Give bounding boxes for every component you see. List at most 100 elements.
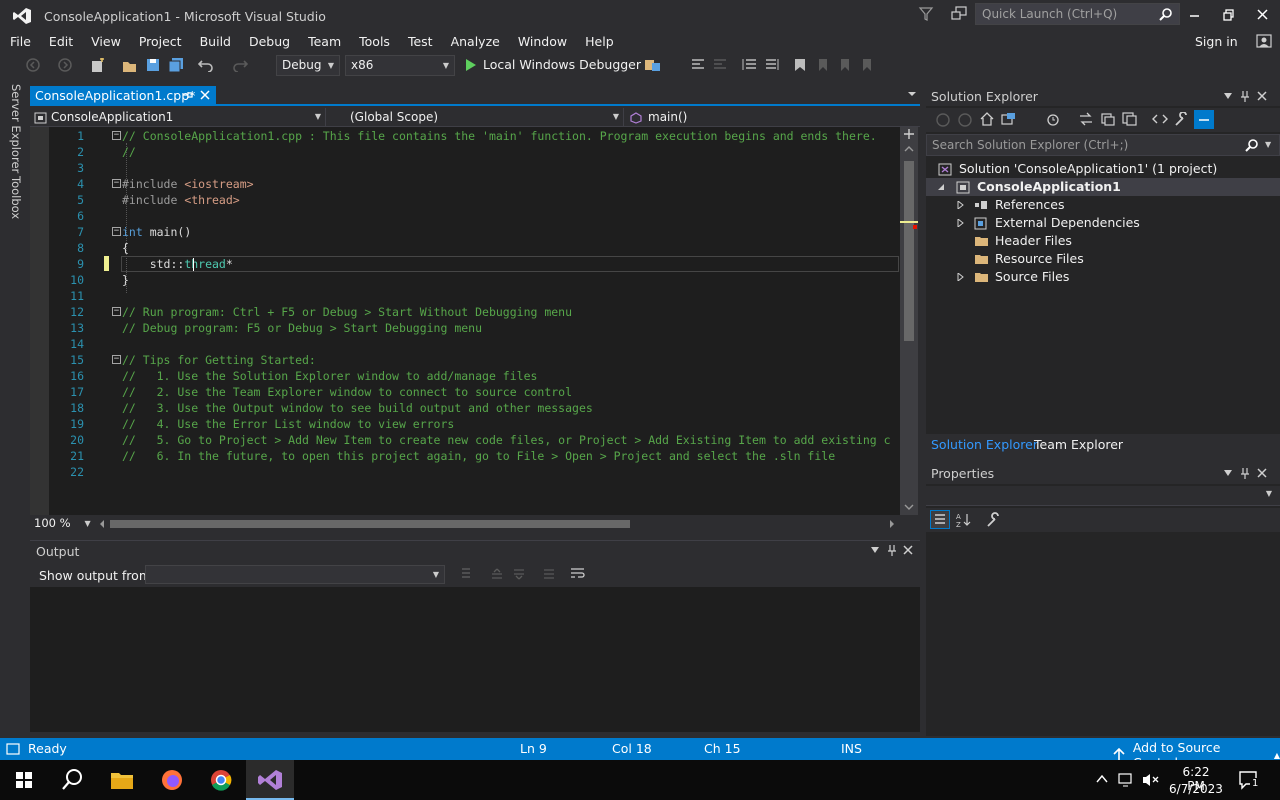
clear-bookmarks-icon[interactable] — [860, 58, 874, 72]
collapse-region-icon[interactable]: − — [112, 227, 121, 236]
account-icon[interactable] — [1255, 33, 1273, 49]
expanded-arrow-icon[interactable] — [937, 183, 945, 191]
word-wrap-icon[interactable] — [570, 567, 586, 581]
server-explorer-tab[interactable]: Server Explorer — [9, 84, 23, 173]
solution-explorer-search-input[interactable]: Search Solution Explorer (Ctrl+;) ▼ — [926, 134, 1280, 156]
home-icon[interactable] — [979, 112, 995, 126]
collapse-region-icon[interactable]: − — [112, 131, 121, 140]
scroll-up-icon[interactable] — [904, 145, 914, 153]
collapse-region-icon[interactable]: − — [112, 179, 121, 188]
tree-item-header-files[interactable]: Header Files — [926, 232, 1280, 250]
scrollbar-thumb[interactable] — [904, 161, 914, 341]
code-editor[interactable]: 1−// ConsoleApplication1.cpp : This file… — [30, 127, 918, 515]
scroll-down-icon[interactable] — [904, 503, 914, 511]
collapse-region-icon[interactable]: − — [112, 307, 121, 316]
navigate-back-icon[interactable] — [26, 58, 40, 72]
close-tab-icon[interactable] — [200, 90, 210, 100]
tree-item-source-files[interactable]: Source Files — [926, 268, 1280, 286]
menu-build[interactable]: Build — [190, 34, 239, 49]
visual-studio-taskbar-icon[interactable] — [246, 760, 294, 800]
project-dropdown[interactable]: ConsoleApplication1 ▼ — [34, 108, 326, 126]
save-all-icon[interactable] — [168, 58, 184, 72]
redo-icon[interactable] — [232, 58, 248, 72]
close-solution-explorer-icon[interactable] — [1257, 91, 1267, 101]
menu-file[interactable]: File — [0, 34, 39, 49]
feedback-filter-icon[interactable] — [918, 6, 934, 22]
view-code-icon[interactable] — [1152, 112, 1168, 126]
live-share-icon[interactable] — [950, 6, 968, 22]
search-icon[interactable] — [1159, 7, 1173, 21]
alphabetical-icon[interactable]: AZ — [956, 512, 972, 528]
tab-overflow-icon[interactable] — [907, 90, 917, 98]
properties-wrench-icon[interactable] — [1174, 112, 1190, 126]
solution-platform-dropdown[interactable]: x86 ▼ — [345, 55, 455, 76]
tree-item-external-dependencies[interactable]: External Dependencies — [926, 214, 1280, 232]
file-explorer-taskbar-icon[interactable] — [98, 760, 146, 800]
comment-lines-icon[interactable] — [742, 58, 758, 72]
tree-item-solution[interactable]: Solution 'ConsoleApplication1' (1 projec… — [926, 160, 1280, 178]
menu-team[interactable]: Team — [298, 34, 349, 49]
solution-configuration-dropdown[interactable]: Debug ▼ — [276, 55, 340, 76]
uncomment-lines-icon[interactable] — [764, 58, 780, 72]
member-dropdown[interactable]: main() — [628, 108, 918, 126]
scroll-right-icon[interactable] — [888, 519, 896, 529]
network-icon[interactable] — [1118, 772, 1136, 788]
restore-button[interactable] — [1218, 6, 1240, 24]
show-hidden-icons-icon[interactable] — [1096, 774, 1108, 784]
collapse-all-icon[interactable] — [1122, 112, 1138, 126]
menu-help[interactable]: Help — [575, 34, 622, 49]
window-position-icon[interactable] — [871, 547, 879, 553]
split-editor-icon[interactable] — [900, 127, 918, 141]
close-window-button[interactable] — [1252, 6, 1274, 24]
search-taskbar-button[interactable] — [48, 760, 96, 800]
tab-team-explorer[interactable]: Team Explorer — [1034, 437, 1123, 452]
pending-changes-filter-icon[interactable] — [1046, 112, 1062, 126]
horizontal-scrollbar-thumb[interactable] — [110, 520, 630, 528]
minimize-button[interactable] — [1184, 6, 1206, 24]
start-debugger-button[interactable]: Local Windows Debugger ▼ — [465, 57, 653, 72]
step-over-icon[interactable] — [712, 58, 728, 72]
menu-project[interactable]: Project — [129, 34, 190, 49]
scope-dropdown[interactable]: (Global Scope) ▼ — [330, 108, 624, 126]
window-position-icon[interactable] — [1224, 470, 1232, 476]
browse-with-icon[interactable] — [644, 58, 662, 74]
tab-solution-explorer[interactable]: Solution Explorer — [931, 437, 1038, 452]
output-source-dropdown[interactable]: ▼ — [145, 565, 445, 584]
save-icon[interactable] — [146, 58, 160, 72]
previous-message-icon[interactable] — [490, 568, 504, 580]
previous-bookmark-icon[interactable] — [816, 58, 830, 72]
step-into-icon[interactable] — [690, 58, 706, 72]
collapsed-arrow-icon[interactable] — [956, 201, 964, 209]
tree-item-references[interactable]: References — [926, 196, 1280, 214]
toolbox-tab[interactable]: Toolbox — [9, 176, 23, 219]
new-project-icon[interactable] — [90, 58, 106, 74]
volume-muted-icon[interactable] — [1142, 772, 1160, 788]
collapsed-arrow-icon[interactable] — [956, 273, 964, 281]
start-button[interactable] — [0, 760, 48, 800]
scroll-left-icon[interactable] — [98, 519, 106, 529]
bookmark-icon[interactable] — [794, 58, 806, 72]
collapse-region-icon[interactable]: − — [112, 355, 121, 364]
menu-edit[interactable]: Edit — [39, 34, 81, 49]
chrome-taskbar-icon[interactable] — [197, 760, 245, 800]
menu-view[interactable]: View — [81, 34, 129, 49]
next-message-icon[interactable] — [512, 568, 526, 580]
menu-debug[interactable]: Debug — [239, 34, 298, 49]
properties-object-dropdown[interactable]: ▼ — [926, 486, 1280, 506]
search-icon[interactable] — [1245, 138, 1259, 152]
tree-item-project[interactable]: ConsoleApplication1 — [926, 178, 1280, 196]
sync-with-active-document-icon[interactable] — [1078, 112, 1094, 126]
editor-vertical-scrollbar[interactable] — [900, 127, 918, 515]
collapsed-arrow-icon[interactable] — [956, 219, 964, 227]
firefox-taskbar-icon[interactable] — [148, 760, 196, 800]
tab-consoleapplication1-cpp[interactable]: ConsoleApplication1.cpp* — [30, 86, 216, 106]
open-file-icon[interactable] — [122, 58, 138, 74]
tree-item-resource-files[interactable]: Resource Files — [926, 250, 1280, 268]
sign-in-link[interactable]: Sign in — [1195, 34, 1238, 49]
categorized-icon[interactable] — [930, 510, 950, 529]
clear-all-icon[interactable] — [542, 568, 556, 580]
next-bookmark-icon[interactable] — [838, 58, 852, 72]
menu-window[interactable]: Window — [508, 34, 575, 49]
auto-hide-pin-icon[interactable] — [1240, 90, 1250, 102]
pin-icon[interactable] — [181, 89, 193, 101]
